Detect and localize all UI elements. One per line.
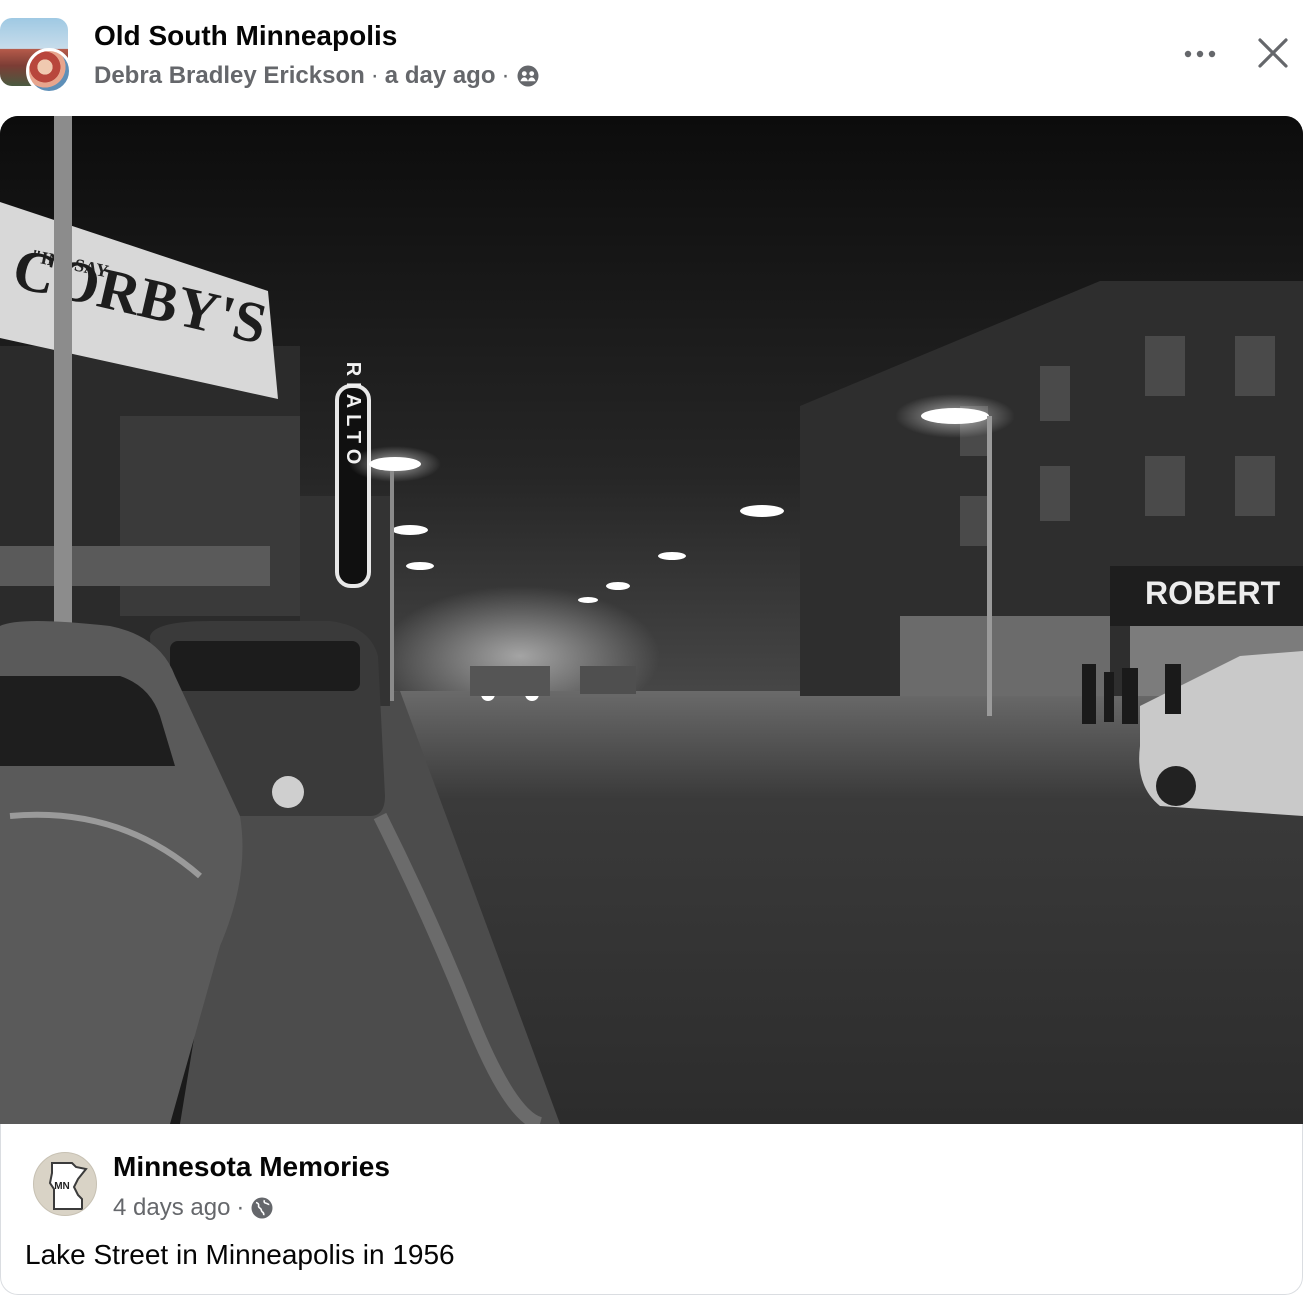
page-avatar-label: MN	[54, 1181, 70, 1192]
shared-timestamp[interactable]: 4 days ago	[113, 1194, 230, 1222]
meta-separator: ·	[236, 1194, 245, 1221]
post-photo[interactable]: "IN" SAY CORBY'S RIALTO ROBERT	[0, 116, 1303, 1124]
store-sign-text: ROBERT	[1145, 575, 1281, 611]
more-options-button[interactable]	[1176, 36, 1224, 72]
globe-icon[interactable]	[250, 1196, 274, 1220]
meta-separator: ·	[501, 62, 510, 89]
post-meta: Debra Bradley Erickson · a day ago ·	[94, 62, 540, 90]
shared-meta: 4 days ago ·	[113, 1194, 274, 1222]
meta-separator: ·	[370, 62, 379, 89]
minnesota-logo-icon: MN	[48, 1162, 88, 1210]
post-timestamp[interactable]: a day ago	[385, 62, 496, 90]
close-button[interactable]	[1250, 30, 1296, 76]
group-members-icon[interactable]	[516, 64, 540, 88]
author-avatar[interactable]	[26, 48, 72, 94]
night-street-photo: "IN" SAY CORBY'S RIALTO ROBERT	[0, 116, 1303, 1124]
post-caption: Lake Street in Minneapolis in 1956	[25, 1239, 455, 1270]
group-name-link[interactable]: Old South Minneapolis	[94, 20, 397, 52]
group-avatar[interactable]	[0, 18, 72, 94]
page-avatar[interactable]: MN	[33, 1152, 97, 1216]
page-name-link[interactable]: Minnesota Memories	[113, 1151, 390, 1183]
shared-post-card: MN Minnesota Memories 4 days ago · Lake …	[0, 1124, 1303, 1295]
close-icon	[1258, 38, 1288, 68]
post-header: Old South Minneapolis Debra Bradley Eric…	[0, 0, 1303, 116]
more-dots-icon	[1184, 50, 1216, 58]
author-name-link[interactable]: Debra Bradley Erickson	[94, 62, 365, 90]
